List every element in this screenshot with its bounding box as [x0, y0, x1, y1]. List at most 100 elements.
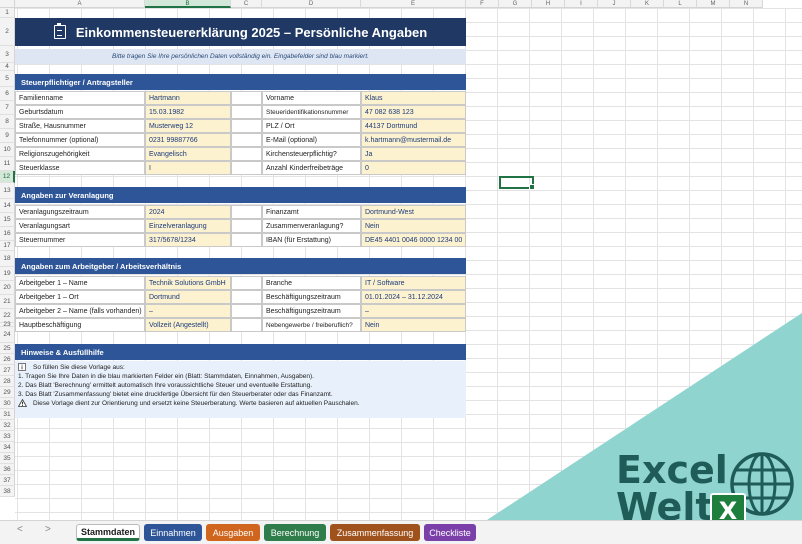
row-header-28[interactable]: 28	[0, 376, 15, 387]
input-cell[interactable]: Dortmund-West	[361, 205, 466, 219]
column-header-l[interactable]: L	[664, 0, 697, 8]
input-cell[interactable]: –	[361, 304, 466, 318]
field-label: Veranlagungszeitraum	[15, 205, 145, 219]
input-cell[interactable]: Nein	[361, 219, 466, 233]
active-cell-g12[interactable]	[499, 176, 535, 190]
row-header-33[interactable]: 33	[0, 431, 15, 442]
column-header-d[interactable]: D	[262, 0, 361, 8]
row-header-25[interactable]: 25	[0, 343, 15, 354]
row-header-11[interactable]: 11	[0, 157, 15, 171]
input-cell[interactable]: Nein	[361, 318, 466, 332]
row-header-36[interactable]: 36	[0, 464, 15, 475]
sheet-tab-berechnung[interactable]: Berechnung	[264, 524, 326, 541]
input-cell[interactable]: Klaus	[361, 91, 466, 105]
row-header-27[interactable]: 27	[0, 365, 15, 376]
row-header-13[interactable]: 13	[0, 183, 15, 199]
row-header-32[interactable]: 32	[0, 420, 15, 431]
row-header-38[interactable]: 38	[0, 486, 15, 497]
row-header-1[interactable]: 1	[0, 8, 15, 18]
section-header-steuerpflichtiger: Steuerpflichtiger / Antragsteller	[15, 74, 466, 90]
row-header-4[interactable]: 4	[0, 63, 15, 71]
row-header-12[interactable]: 12	[0, 171, 15, 183]
row-header-10[interactable]: 10	[0, 143, 15, 157]
row-header-17[interactable]: 17	[0, 241, 15, 251]
row-header-5[interactable]: 5	[0, 71, 15, 87]
input-cell[interactable]: –	[145, 304, 231, 318]
column-header-j[interactable]: J	[598, 0, 631, 8]
field-label: Arbeitgeber 1 – Name	[15, 276, 145, 290]
row-header-34[interactable]: 34	[0, 442, 15, 453]
column-header-i[interactable]: I	[565, 0, 598, 8]
input-cell[interactable]: 0	[361, 161, 466, 175]
sheet-tab-stammdaten[interactable]: Stammdaten	[76, 524, 140, 541]
select-all-corner[interactable]	[0, 0, 15, 8]
field-label: Vorname	[262, 91, 361, 105]
row-header-26[interactable]: 26	[0, 354, 15, 365]
row-header-24[interactable]: 24	[0, 327, 15, 343]
row-header-6[interactable]: 6	[0, 87, 15, 101]
row-header-3[interactable]: 3	[0, 46, 15, 63]
row-header-21[interactable]: 21	[0, 295, 15, 309]
row-header-19[interactable]: 19	[0, 267, 15, 281]
column-header-g[interactable]: G	[499, 0, 532, 8]
input-cell[interactable]: 317/5678/1234	[145, 233, 231, 247]
field-label: Finanzamt	[262, 205, 361, 219]
input-cell[interactable]: Vollzeit (Angestellt)	[145, 318, 231, 332]
spacer-cell	[231, 205, 262, 219]
tab-scroll-prev[interactable]: <	[17, 524, 23, 535]
row-header-37[interactable]: 37	[0, 475, 15, 486]
input-cell[interactable]: 47 082 638 123	[361, 105, 466, 119]
sheet-tab-zusammenfassung[interactable]: Zusammenfassung	[330, 524, 420, 541]
sheet-tab-checkliste[interactable]: Checkliste	[424, 524, 476, 541]
input-cell[interactable]: 2024	[145, 205, 231, 219]
section-header-hinweise: Hinweise & Ausfüllhilfe	[15, 344, 466, 360]
column-header-a[interactable]: A	[15, 0, 145, 8]
input-cell[interactable]: k.hartmann@mustermail.de	[361, 133, 466, 147]
input-cell[interactable]: Evangelisch	[145, 147, 231, 161]
column-header-b[interactable]: B	[145, 0, 231, 8]
input-cell[interactable]: Ja	[361, 147, 466, 161]
input-cell[interactable]: 15.03.1982	[145, 105, 231, 119]
row-header-2[interactable]: 2	[0, 18, 15, 46]
section-header-veranlagung: Angaben zur Veranlagung	[15, 187, 466, 203]
column-header-h[interactable]: H	[532, 0, 565, 8]
column-header-c[interactable]: C	[231, 0, 262, 8]
tab-scroll-next[interactable]: >	[45, 524, 51, 535]
logo-excel-text: Excel	[616, 448, 728, 492]
input-cell[interactable]: 44137 Dortmund	[361, 119, 466, 133]
row-header-8[interactable]: 8	[0, 115, 15, 129]
input-cell[interactable]: DE45 4401 0046 0000 1234 00	[361, 233, 466, 247]
column-header-k[interactable]: K	[631, 0, 664, 8]
row-header-30[interactable]: 30	[0, 398, 15, 409]
column-header-n[interactable]: N	[730, 0, 763, 8]
row-header-9[interactable]: 9	[0, 129, 15, 143]
sheet-tab-einnahmen[interactable]: Einnahmen	[144, 524, 202, 541]
column-header-f[interactable]: F	[466, 0, 499, 8]
row-header-18[interactable]: 18	[0, 251, 15, 267]
spacer-cell	[231, 119, 262, 133]
input-cell[interactable]: 0231 99887766	[145, 133, 231, 147]
input-cell[interactable]: Dortmund	[145, 290, 231, 304]
field-label: Anzahl Kinderfreibeträge	[262, 161, 361, 175]
row-header-16[interactable]: 16	[0, 227, 15, 241]
hint-step-3: 3. Das Blatt 'Zusammenfassung' bietet ei…	[18, 391, 333, 398]
row-header-7[interactable]: 7	[0, 101, 15, 115]
input-cell[interactable]: I	[145, 161, 231, 175]
row-header-35[interactable]: 35	[0, 453, 15, 464]
input-cell[interactable]: Musterweg 12	[145, 119, 231, 133]
input-cell[interactable]: Technik Solutions GmbH	[145, 276, 231, 290]
row-header-14[interactable]: 14	[0, 199, 15, 213]
sheet-tab-ausgaben[interactable]: Ausgaben	[206, 524, 260, 541]
field-label: Arbeitgeber 1 – Ort	[15, 290, 145, 304]
input-cell[interactable]: Einzelveranlagung	[145, 219, 231, 233]
input-cell[interactable]: IT / Software	[361, 276, 466, 290]
row-header-15[interactable]: 15	[0, 213, 15, 227]
input-cell[interactable]: Hartmann	[145, 91, 231, 105]
row-header-31[interactable]: 31	[0, 409, 15, 420]
input-cell[interactable]: 01.01.2024 – 31.12.2024	[361, 290, 466, 304]
column-header-m[interactable]: M	[697, 0, 730, 8]
column-header-e[interactable]: E	[361, 0, 466, 8]
hint-intro: So füllen Sie diese Vorlage aus:	[33, 364, 125, 371]
row-header-20[interactable]: 20	[0, 281, 15, 295]
row-header-29[interactable]: 29	[0, 387, 15, 398]
